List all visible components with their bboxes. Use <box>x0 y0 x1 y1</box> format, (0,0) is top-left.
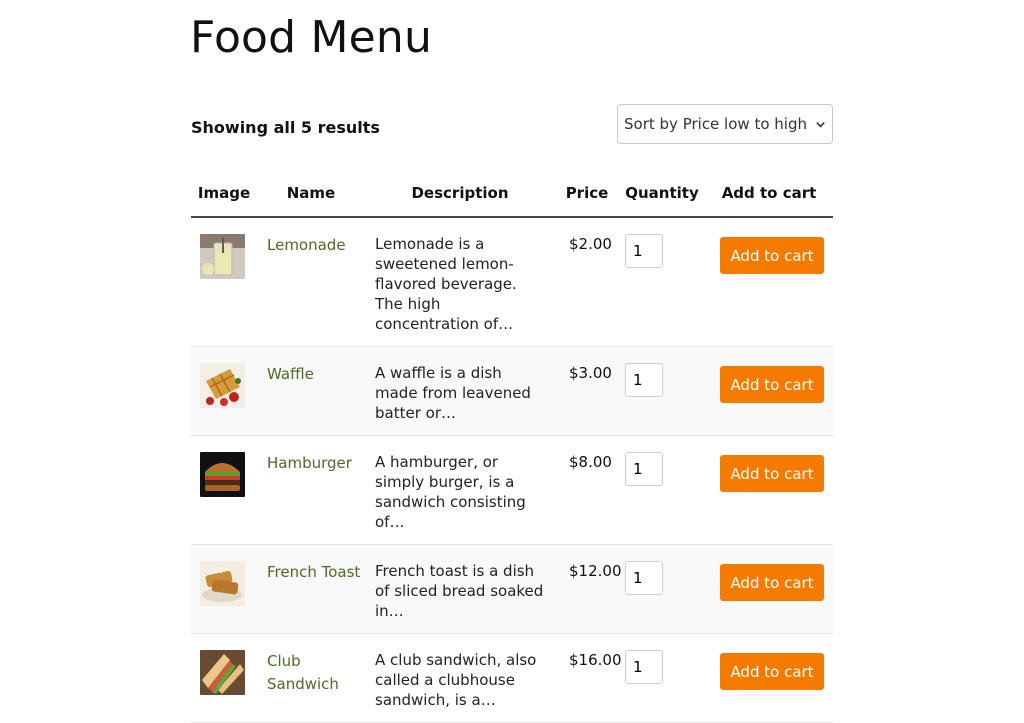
french-toast-thumbnail[interactable] <box>200 561 245 606</box>
product-description: A waffle is a dish made from leavened ba… <box>375 364 531 422</box>
product-price: $12.00 <box>569 562 622 580</box>
table-row: French Toast French toast is a dish of s… <box>191 544 833 634</box>
add-to-cart-button[interactable]: Add to cart <box>720 366 824 403</box>
product-price: $2.00 <box>569 235 612 253</box>
waffle-thumbnail[interactable] <box>200 363 245 408</box>
chevron-down-icon <box>816 121 825 128</box>
table-row: Club Sandwich A club sandwich, also call… <box>191 634 833 723</box>
product-name-link[interactable]: Waffle <box>267 365 314 383</box>
result-count: Showing all 5 results <box>191 118 380 137</box>
add-to-cart-button[interactable]: Add to cart <box>720 455 824 492</box>
quantity-input[interactable] <box>625 234 663 268</box>
quantity-input[interactable] <box>625 650 663 684</box>
table-header-row: Image Name Description Price Quantity Ad… <box>191 170 833 218</box>
column-header-add-to-cart: Add to cart <box>705 170 833 218</box>
column-header-image: Image <box>191 170 257 218</box>
club-sandwich-thumbnail[interactable] <box>200 650 245 695</box>
sort-select[interactable]: Sort by Price low to high <box>617 104 833 144</box>
shop-toolbar: Showing all 5 results Sort by Price low … <box>191 104 833 146</box>
add-to-cart-button[interactable]: Add to cart <box>720 653 824 690</box>
quantity-input[interactable] <box>625 363 663 397</box>
product-description: A club sandwich, also called a clubhouse… <box>375 651 537 709</box>
table-row: Lemonade Lemonade is a sweetened lemon-f… <box>191 217 833 347</box>
add-to-cart-button[interactable]: Add to cart <box>720 564 824 601</box>
product-name-link[interactable]: French Toast <box>267 563 360 581</box>
quantity-input[interactable] <box>625 561 663 595</box>
product-name-link[interactable]: Lemonade <box>267 236 346 254</box>
product-description: A hamburger, or simply burger, is a sand… <box>375 453 526 531</box>
product-table: Image Name Description Price Quantity Ad… <box>191 170 833 723</box>
column-header-quantity: Quantity <box>619 170 705 218</box>
quantity-input[interactable] <box>625 452 663 486</box>
column-header-description: Description <box>365 170 555 218</box>
sort-select-value: Sort by Price low to high <box>624 115 807 133</box>
table-row: Hamburger A hamburger, or simply burger,… <box>191 436 833 545</box>
product-price: $3.00 <box>569 364 612 382</box>
table-row: Waffle A waffle is a dish made from leav… <box>191 346 833 436</box>
column-header-name: Name <box>257 170 365 218</box>
lemonade-thumbnail[interactable] <box>200 234 245 279</box>
product-name-link[interactable]: Hamburger <box>267 454 352 472</box>
product-description: Lemonade is a sweetened lemon-flavored b… <box>375 235 517 333</box>
page-title: Food Menu <box>190 12 433 63</box>
product-description: French toast is a dish of sliced bread s… <box>375 562 544 620</box>
add-to-cart-button[interactable]: Add to cart <box>720 237 824 274</box>
column-header-price: Price <box>555 170 619 218</box>
hamburger-thumbnail[interactable] <box>200 452 245 497</box>
product-price: $8.00 <box>569 453 612 471</box>
product-price: $16.00 <box>569 651 622 669</box>
